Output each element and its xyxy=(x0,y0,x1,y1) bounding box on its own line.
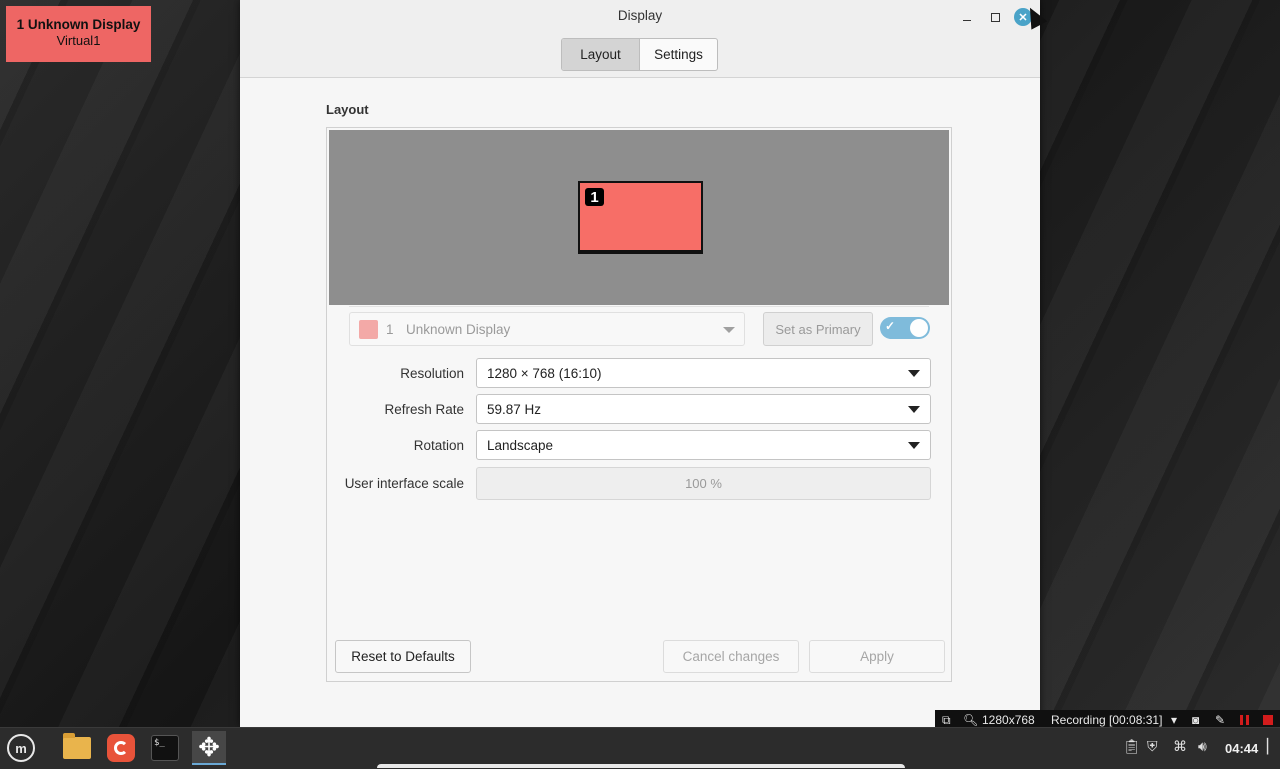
set-as-primary-button[interactable]: Set as Primary xyxy=(763,312,873,346)
recorder-status: Recording [00:08:31] xyxy=(1051,713,1163,727)
files-icon xyxy=(63,733,91,759)
osd-subtitle: Virtual1 xyxy=(56,33,101,48)
monitor-1-tile[interactable]: 1 xyxy=(578,181,703,254)
pen-icon[interactable]: ✎ xyxy=(1215,713,1225,727)
cancel-changes-button[interactable]: Cancel changes xyxy=(663,640,799,673)
terminal-launcher[interactable]: $_ xyxy=(148,731,182,765)
ui-scale-label: User interface scale xyxy=(344,476,464,491)
dropdown-arrow-icon xyxy=(908,442,920,449)
display-enabled-toggle[interactable]: ✓ xyxy=(880,317,930,339)
maximize-button[interactable] xyxy=(986,8,1004,26)
firefox-icon xyxy=(107,734,135,762)
chevron-down-icon xyxy=(723,327,735,333)
files-launcher[interactable] xyxy=(60,731,94,765)
rotation-value: Landscape xyxy=(487,437,554,453)
taskbar: m $_ ✥ 📋︎ ⛨ ⌘ 🔊︎ 04:44 ▏ xyxy=(0,727,1280,769)
layout-frame: 1 1 Unknown Display Set as Primary ✓ Res… xyxy=(326,127,952,682)
minimize-icon xyxy=(963,19,971,21)
window-select-icon[interactable]: ⧉ xyxy=(942,713,951,728)
camera-icon[interactable]: ◙ xyxy=(1192,713,1199,727)
menu-icon: m xyxy=(7,734,35,762)
rotation-combo[interactable]: Landscape xyxy=(476,430,931,460)
stop-icon[interactable] xyxy=(1263,715,1273,725)
maximize-icon xyxy=(990,12,1000,22)
firefox-launcher[interactable] xyxy=(104,731,138,765)
display-window-button[interactable]: ✥ xyxy=(192,731,226,765)
apply-button[interactable]: Apply xyxy=(809,640,945,673)
window-title: Display xyxy=(617,8,663,23)
refresh-rate-value: 59.87 Hz xyxy=(487,401,542,417)
display-settings-window: Display ✕ Layout Settings Layout 1 1 Unk… xyxy=(240,0,1040,727)
check-icon: ✓ xyxy=(885,319,896,333)
clipboard-icon[interactable]: 📋︎ xyxy=(1123,738,1141,755)
window-titlebar[interactable]: Display ✕ Layout Settings xyxy=(240,0,1040,78)
resolution-combo[interactable]: 1280 × 768 (16:10) xyxy=(476,358,931,388)
display-number: 1 xyxy=(386,321,394,337)
refresh-rate-label: Refresh Rate xyxy=(384,402,464,417)
display-color-swatch xyxy=(359,319,378,339)
pause-icon[interactable] xyxy=(1240,715,1243,725)
shield-icon[interactable]: ⛨ xyxy=(1147,738,1158,755)
terminal-icon: $_ xyxy=(151,735,179,761)
ui-scale-field: 100 % xyxy=(476,467,931,500)
recorder-menu-icon[interactable]: ▾ xyxy=(1171,713,1177,727)
dropdown-arrow-icon xyxy=(908,406,920,413)
bottom-edge-strip xyxy=(377,764,905,768)
menu-button[interactable]: m xyxy=(4,731,38,765)
tab-switcher: Layout Settings xyxy=(561,38,718,71)
refresh-rate-combo[interactable]: 59.87 Hz xyxy=(476,394,931,424)
display-select-combo[interactable]: 1 Unknown Display xyxy=(349,312,745,346)
toggle-knob xyxy=(910,319,928,337)
monitor-number-badge: 1 xyxy=(585,188,604,206)
network-icon[interactable]: ⌘ xyxy=(1173,738,1187,755)
divider xyxy=(349,306,929,307)
pause-icon-bar xyxy=(1246,715,1249,725)
layout-section-title: Layout xyxy=(326,102,369,117)
recorder-resolution: 1280x768 xyxy=(982,713,1035,727)
resolution-value: 1280 × 768 (16:10) xyxy=(487,365,602,381)
resolution-label: Resolution xyxy=(400,366,464,381)
display-identify-osd: 1 Unknown Display Virtual1 xyxy=(6,6,151,62)
reset-to-defaults-button[interactable]: Reset to Defaults xyxy=(335,640,471,673)
dropdown-arrow-icon xyxy=(908,370,920,377)
osd-title: 1 Unknown Display xyxy=(16,17,141,32)
rotation-label: Rotation xyxy=(413,438,464,453)
zoom-icon[interactable]: 🔍︎ xyxy=(963,713,978,727)
volume-icon[interactable]: 🔊︎ xyxy=(1198,738,1207,755)
tab-settings[interactable]: Settings xyxy=(640,39,717,70)
tab-layout[interactable]: Layout xyxy=(562,39,640,70)
minimize-button[interactable] xyxy=(958,8,976,26)
display-move-icon: ✥ xyxy=(198,732,220,762)
show-desktop-icon[interactable]: ▏ xyxy=(1267,738,1278,755)
monitor-arrangement-area[interactable]: 1 xyxy=(329,130,949,305)
display-name: Unknown Display xyxy=(406,321,511,337)
clock[interactable]: 04:44 xyxy=(1225,741,1258,756)
